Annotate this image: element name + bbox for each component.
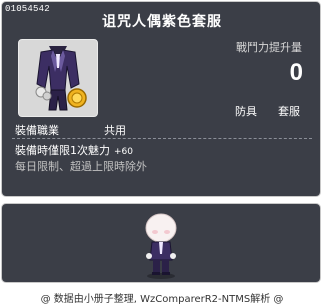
- item-icon-frame: [18, 39, 98, 117]
- limit-text: 每日限制、超過上限時除外: [15, 160, 147, 173]
- item-type-overall: 套服: [278, 105, 300, 118]
- effect-value: +60: [114, 147, 133, 157]
- effect-line: 裝備時僅限1次魅力 +60: [15, 142, 133, 158]
- purple-suit-icon: [35, 46, 87, 111]
- attack-increase-value: 0: [289, 59, 303, 86]
- item-type-armor: 防具: [235, 105, 257, 118]
- attack-increase-label: 戰鬥力提升量: [236, 41, 302, 54]
- item-tooltip: 01054542 诅咒人偶紫色套服 戰鬥力提升量 0 防具 套服 裝備職業 共用: [1, 1, 321, 197]
- footer-credit: @ 数据由小册子整理, WzComparerR2-NTMS解析 @: [40, 294, 284, 305]
- job-label: 裝備職業: [15, 124, 59, 137]
- job-value: 共用: [104, 124, 126, 137]
- character-preview-panel: [1, 203, 321, 283]
- item-title: 诅咒人偶紫色套服: [102, 14, 222, 30]
- divider: [12, 138, 312, 139]
- character-preview: [145, 213, 177, 279]
- effect-label: 裝備時僅限1次魅力: [15, 144, 110, 157]
